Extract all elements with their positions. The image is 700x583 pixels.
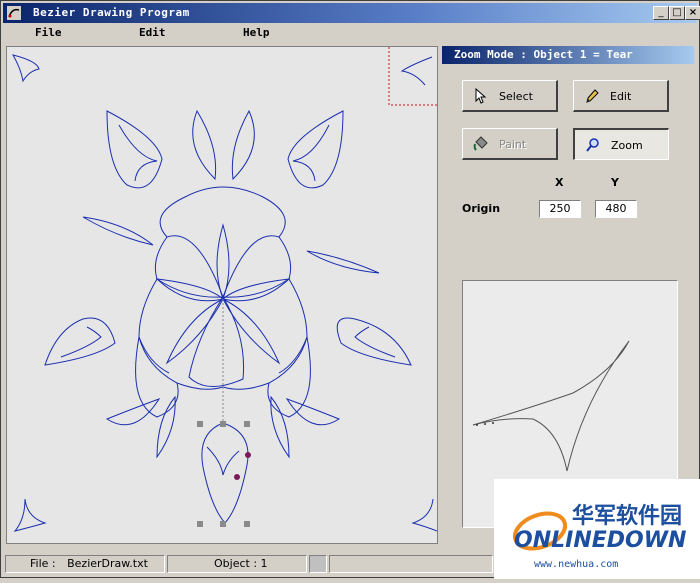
menu-bar: File Edit Help xyxy=(3,24,697,42)
center-star-lobe-2 xyxy=(222,235,292,298)
minimize-button[interactable]: _ xyxy=(653,6,669,20)
origin-y-field[interactable]: 480 xyxy=(595,200,637,218)
select-button-label: Select xyxy=(499,90,533,103)
status-empty xyxy=(329,555,493,573)
watermark-cn: 华军软件园 xyxy=(572,503,682,529)
tear-top-left xyxy=(106,110,163,189)
window-title: Bezier Drawing Program xyxy=(33,6,190,19)
maximize-button[interactable]: □ xyxy=(669,6,685,20)
watermark-logo: 华军软件园 ONLINEDOWN www.newhua.com xyxy=(494,479,700,579)
tear-top-right xyxy=(287,110,344,189)
status-file-name: BezierDraw.txt xyxy=(67,557,148,570)
tear-left xyxy=(44,317,116,366)
menu-file[interactable]: File xyxy=(35,26,62,39)
zoom-button[interactable]: Zoom xyxy=(573,128,669,160)
control-point xyxy=(245,452,251,458)
edit-button-label: Edit xyxy=(610,90,632,103)
app-window: Bezier Drawing Program _ □ × File Edit H… xyxy=(0,0,700,579)
y-label: Y xyxy=(611,176,619,189)
corner-tear-tl xyxy=(11,54,40,83)
zoom-region-marker xyxy=(388,47,437,106)
select-button[interactable]: Select xyxy=(462,80,558,112)
origin-x-field[interactable]: 250 xyxy=(539,200,581,218)
paint-button[interactable]: Paint xyxy=(462,128,558,160)
petal-lower-left-2 xyxy=(156,395,176,459)
tear-bottom xyxy=(201,422,249,524)
title-bar[interactable]: Bezier Drawing Program _ □ × xyxy=(3,3,700,23)
origin-label: Origin xyxy=(462,202,501,215)
close-button[interactable]: × xyxy=(685,6,700,20)
mode-header: Zoom Mode : Object 1 = Tear xyxy=(442,46,694,64)
watermark-graphic: 华军软件园 ONLINEDOWN www.newhua.com xyxy=(512,503,686,570)
status-file-label: File : xyxy=(30,557,56,570)
status-file: File : BezierDraw.txt xyxy=(5,555,165,573)
status-object: Object : 1 xyxy=(167,555,307,573)
corner-tear-bl xyxy=(13,498,47,532)
edit-button[interactable]: Edit xyxy=(573,80,669,112)
petal-lower-left xyxy=(105,398,161,426)
corner-tear-tr xyxy=(400,56,433,86)
paint-bucket-icon xyxy=(473,136,488,151)
mode-title: Zoom Mode : Object 1 = Tear xyxy=(454,48,633,61)
petal-upper-right xyxy=(306,250,380,274)
petal-lower-right-2 xyxy=(270,395,290,459)
center-lens-top xyxy=(216,223,230,301)
arrow-cursor-icon xyxy=(475,88,487,104)
status-object-label: Object : 1 xyxy=(214,557,268,570)
status-indicator xyxy=(309,555,327,573)
magnifier-icon xyxy=(586,138,599,152)
paint-button-label: Paint xyxy=(499,138,527,151)
bezier-drawing xyxy=(11,47,438,532)
watermark-brand: ONLINEDOWN xyxy=(514,528,686,553)
control-panel: Zoom Mode : Object 1 = Tear Select Edit … xyxy=(442,46,694,546)
lens-lower-right xyxy=(221,297,281,365)
menu-help[interactable]: Help xyxy=(243,26,270,39)
petal-top-2 xyxy=(231,109,255,181)
petal-lower-right xyxy=(285,398,341,426)
watermark-url: www.newhua.com xyxy=(534,559,618,570)
center-star-lobe-1 xyxy=(154,235,224,298)
drawing-canvas[interactable] xyxy=(6,46,438,544)
zoom-button-label: Zoom xyxy=(611,139,643,152)
x-label: X xyxy=(555,176,564,189)
menu-edit[interactable]: Edit xyxy=(139,26,166,39)
petal-top-1 xyxy=(192,109,217,181)
control-point-2 xyxy=(234,474,240,480)
corner-tear-br xyxy=(411,498,438,532)
petal-upper-left xyxy=(82,216,154,246)
tear-right xyxy=(336,317,412,366)
pencil-icon xyxy=(586,89,599,103)
app-icon xyxy=(7,6,21,20)
